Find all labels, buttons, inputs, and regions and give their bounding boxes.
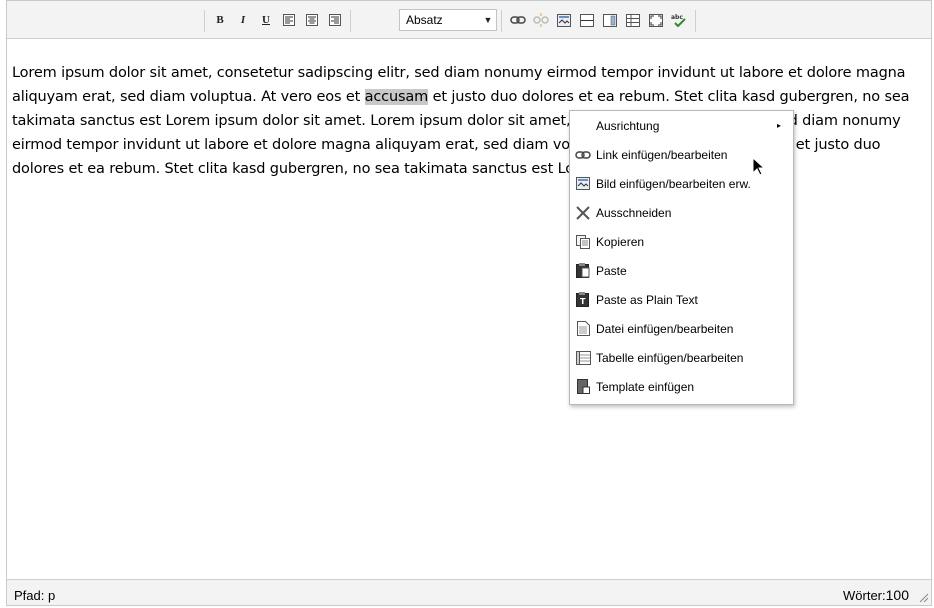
align-right-button[interactable] <box>325 10 345 30</box>
underline-button[interactable]: U <box>256 10 276 30</box>
menu-item-paste[interactable]: Paste <box>570 256 793 285</box>
fullscreen-button[interactable] <box>646 10 666 30</box>
link-icon <box>570 146 596 164</box>
selected-word: accusam <box>364 89 429 105</box>
word-count-value: 100 <box>885 587 909 603</box>
fullscreen-icon <box>649 13 663 27</box>
menu-item-label: Datei einfügen/bearbeiten <box>596 321 734 336</box>
menu-item-copy[interactable]: Kopieren <box>570 227 793 256</box>
bold-button[interactable]: B <box>210 10 230 30</box>
menu-item-label: Paste as Plain Text <box>596 292 698 307</box>
toolbar-separator <box>695 10 696 32</box>
paragraph: Lorem ipsum dolor sit amet, consetetur s… <box>12 61 932 181</box>
link-icon <box>510 16 526 24</box>
align-left-button[interactable] <box>279 10 299 30</box>
paste-icon <box>570 262 596 280</box>
svg-text:T: T <box>580 297 586 306</box>
menu-item-label: Paste <box>596 263 627 278</box>
menu-item-label: Link einfügen/bearbeiten <box>596 147 728 162</box>
word-count-label: Wörter: <box>843 588 886 603</box>
menu-item-paste-plain-text[interactable]: T Paste as Plain Text <box>570 285 793 314</box>
word-count: Wörter:100 <box>843 587 909 603</box>
align-left-icon <box>283 14 295 26</box>
resize-grip-icon[interactable] <box>917 591 929 603</box>
align-center-icon <box>306 14 318 26</box>
copy-icon <box>570 233 596 251</box>
menu-item-cut[interactable]: Ausschneiden <box>570 198 793 227</box>
unlink-icon <box>533 13 549 27</box>
table-button[interactable] <box>623 10 643 30</box>
horizontal-rule-button[interactable] <box>577 10 597 30</box>
align-right-icon <box>329 14 341 26</box>
toolbar-separator <box>501 10 502 32</box>
template-icon <box>570 378 596 396</box>
image-button[interactable] <box>554 10 574 30</box>
image-icon <box>570 175 596 193</box>
file-icon <box>570 320 596 338</box>
italic-button[interactable]: I <box>233 10 253 30</box>
menu-item-label: Bild einfügen/bearbeiten erw. <box>596 176 751 191</box>
menu-item-template[interactable]: Template einfügen <box>570 372 793 401</box>
menu-item-label: Kopieren <box>596 234 645 249</box>
element-path: Pfad: p <box>14 588 56 603</box>
menu-item-label: Ausschneiden <box>596 205 672 220</box>
editor-content[interactable]: Lorem ipsum dolor sit amet, consetetur s… <box>12 61 932 181</box>
empty-icon <box>570 117 596 135</box>
link-button[interactable] <box>508 10 528 30</box>
paste-text-icon: T <box>570 291 596 309</box>
context-menu: Ausrichtung ▸ Link einfügen/bearbeiten B… <box>569 110 794 405</box>
toolbar-separator <box>204 10 205 32</box>
spellcheck-icon: abc <box>671 14 686 27</box>
menu-item-label: Tabelle einfügen/bearbeiten <box>596 350 744 365</box>
spellcheck-button[interactable]: abc <box>669 10 689 30</box>
template-button[interactable] <box>600 10 620 30</box>
format-select-value: Absatz <box>406 13 443 27</box>
chevron-down-icon: ▼ <box>483 15 493 25</box>
toolbar-separator <box>350 10 351 32</box>
table-icon <box>570 349 596 367</box>
status-bar: Pfad: p Wörter:100 <box>7 579 931 605</box>
align-center-button[interactable] <box>302 10 322 30</box>
submenu-arrow-icon: ▸ <box>776 121 781 130</box>
menu-item-file[interactable]: Datei einfügen/bearbeiten <box>570 314 793 343</box>
editor-toolbar: B I U Absatz ▼ abc <box>7 1 931 39</box>
menu-item-label: Template einfügen <box>596 379 695 394</box>
horizontal-rule-icon <box>580 13 594 27</box>
menu-item-ausrichtung[interactable]: Ausrichtung ▸ <box>570 111 793 140</box>
menu-item-label: Ausrichtung <box>596 118 660 133</box>
format-select[interactable]: Absatz ▼ <box>399 9 497 31</box>
scissors-icon <box>570 204 596 222</box>
image-icon <box>557 13 571 27</box>
unlink-button[interactable] <box>531 10 551 30</box>
table-icon <box>626 13 640 27</box>
mouse-cursor-icon <box>752 157 766 176</box>
menu-item-table[interactable]: Tabelle einfügen/bearbeiten <box>570 343 793 372</box>
template-icon <box>603 13 617 27</box>
svg-text:abc: abc <box>671 14 683 21</box>
